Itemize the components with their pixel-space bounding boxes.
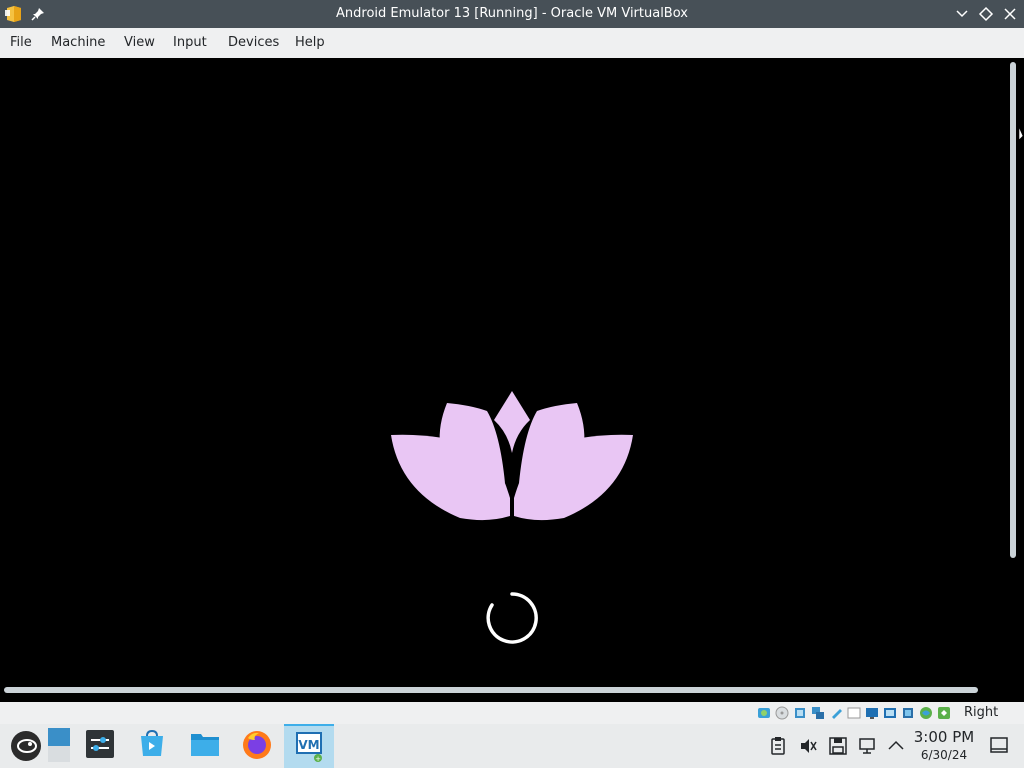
display-icon[interactable] bbox=[864, 705, 880, 721]
vertical-scrollbar[interactable] bbox=[1010, 62, 1016, 558]
show-hidden-icon[interactable] bbox=[886, 736, 906, 756]
menu-help[interactable]: Help bbox=[285, 28, 335, 58]
vm-statusbar: Right Ctrl bbox=[0, 702, 1024, 742]
host-key-icon[interactable] bbox=[936, 705, 952, 721]
shared-folders-icon[interactable] bbox=[846, 705, 862, 721]
clock-date: 6/30/24 bbox=[920, 748, 968, 762]
optical-drive-icon[interactable] bbox=[774, 705, 790, 721]
save-icon[interactable] bbox=[828, 736, 848, 756]
firefox-icon[interactable] bbox=[234, 724, 278, 768]
close-button[interactable] bbox=[1002, 6, 1018, 22]
menu-input[interactable]: Input bbox=[163, 28, 217, 58]
menu-file[interactable]: File bbox=[0, 28, 42, 58]
pager-icon[interactable] bbox=[46, 724, 76, 768]
svg-text:VM: VM bbox=[298, 738, 319, 752]
menubar: File Machine View Input Devices Help bbox=[0, 28, 1024, 58]
menu-devices[interactable]: Devices bbox=[218, 28, 289, 58]
menu-machine[interactable]: Machine bbox=[41, 28, 115, 58]
window-titlebar[interactable]: Android Emulator 13 [Running] - Oracle V… bbox=[0, 0, 1024, 28]
host-key-label: Right Ctrl bbox=[964, 705, 999, 742]
mouse-integration-icon[interactable] bbox=[918, 705, 934, 721]
taskbar: VM + 3:00 PM 6/30/24 bbox=[0, 724, 1024, 768]
clock-time: 3:00 PM bbox=[913, 728, 975, 746]
horizontal-scrollbar[interactable] bbox=[4, 687, 978, 693]
device-indicators bbox=[756, 705, 952, 721]
window-title: Android Emulator 13 [Running] - Oracle V… bbox=[336, 6, 688, 21]
volume-muted-icon[interactable] bbox=[798, 736, 818, 756]
svg-text:+: + bbox=[315, 755, 321, 762]
minimize-button[interactable] bbox=[954, 6, 970, 22]
mouse-cursor-icon bbox=[1018, 126, 1024, 141]
show-desktop-icon[interactable] bbox=[990, 737, 1008, 753]
vm-display[interactable] bbox=[0, 58, 1024, 702]
audio-icon[interactable] bbox=[792, 705, 808, 721]
discover-icon[interactable] bbox=[130, 724, 174, 768]
cpu-icon[interactable] bbox=[900, 705, 916, 721]
hard-disk-icon[interactable] bbox=[756, 705, 772, 721]
system-settings-icon[interactable] bbox=[78, 724, 122, 768]
network-icon[interactable] bbox=[810, 705, 826, 721]
network-icon[interactable] bbox=[858, 736, 878, 756]
menu-view[interactable]: View bbox=[114, 28, 165, 58]
maximize-button[interactable] bbox=[978, 6, 994, 22]
usb-icon[interactable] bbox=[828, 705, 844, 721]
clipboard-icon[interactable] bbox=[768, 736, 788, 756]
digital-clock[interactable]: 3:00 PM 6/30/24 bbox=[908, 727, 980, 763]
virtualbox-taskbar-button[interactable]: VM + bbox=[284, 724, 334, 768]
lotus-boot-logo bbox=[391, 391, 633, 521]
application-launcher-icon[interactable] bbox=[6, 724, 46, 768]
loading-spinner bbox=[486, 592, 538, 644]
recording-icon[interactable] bbox=[882, 705, 898, 721]
file-manager-icon[interactable] bbox=[182, 724, 226, 768]
